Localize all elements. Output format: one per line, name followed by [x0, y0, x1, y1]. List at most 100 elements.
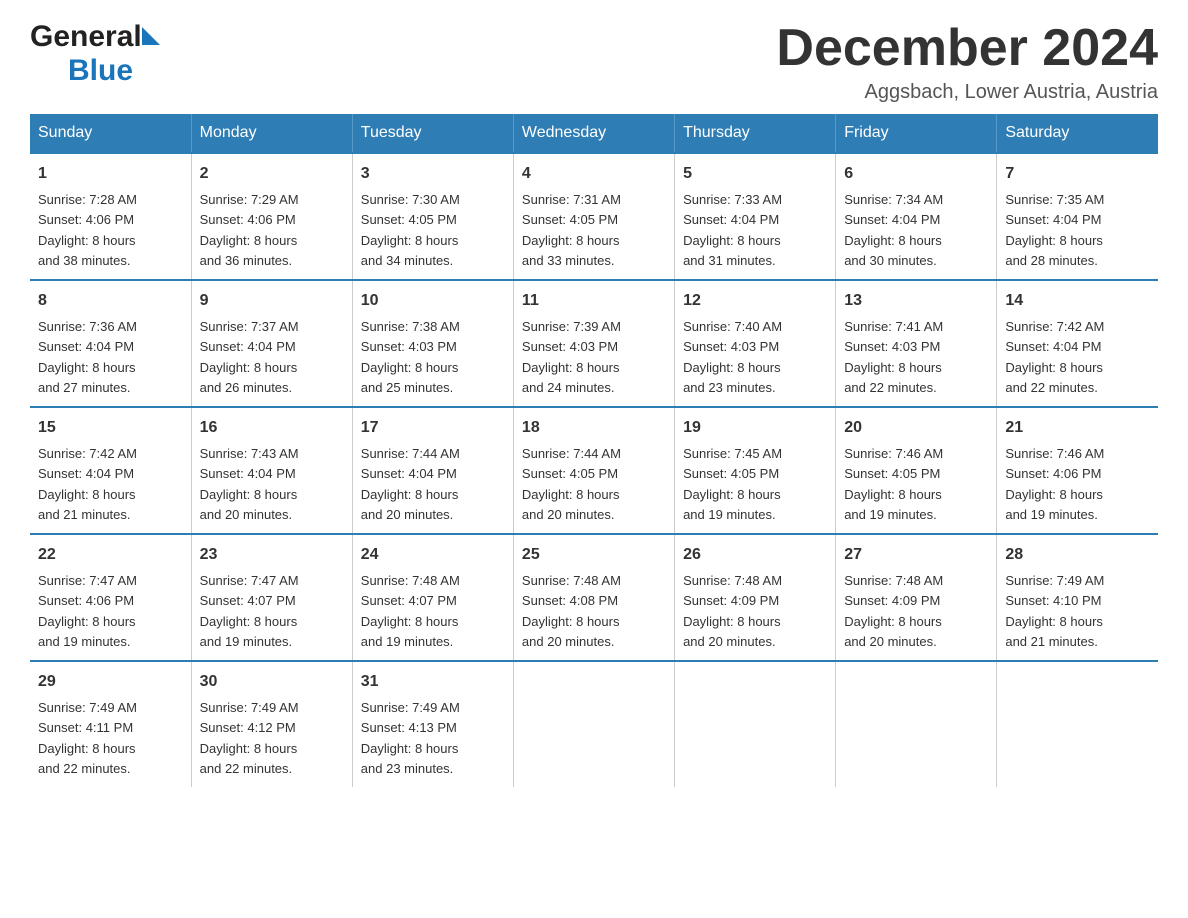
calendar-cell: 6 Sunrise: 7:34 AMSunset: 4:04 PMDayligh… [836, 153, 997, 280]
day-info: Sunrise: 7:45 AMSunset: 4:05 PMDaylight:… [683, 446, 782, 522]
day-number: 25 [522, 543, 666, 567]
logo-arrow-icon [142, 27, 160, 45]
day-number: 20 [844, 416, 988, 440]
day-info: Sunrise: 7:44 AMSunset: 4:05 PMDaylight:… [522, 446, 621, 522]
day-info: Sunrise: 7:33 AMSunset: 4:04 PMDaylight:… [683, 192, 782, 268]
day-info: Sunrise: 7:46 AMSunset: 4:06 PMDaylight:… [1005, 446, 1104, 522]
calendar-week-4: 22 Sunrise: 7:47 AMSunset: 4:06 PMDaylig… [30, 534, 1158, 661]
calendar-cell: 19 Sunrise: 7:45 AMSunset: 4:05 PMDaylig… [675, 407, 836, 534]
day-info: Sunrise: 7:49 AMSunset: 4:11 PMDaylight:… [38, 700, 137, 776]
calendar-cell: 11 Sunrise: 7:39 AMSunset: 4:03 PMDaylig… [513, 280, 674, 407]
day-info: Sunrise: 7:49 AMSunset: 4:12 PMDaylight:… [200, 700, 299, 776]
calendar-cell: 13 Sunrise: 7:41 AMSunset: 4:03 PMDaylig… [836, 280, 997, 407]
calendar-cell: 4 Sunrise: 7:31 AMSunset: 4:05 PMDayligh… [513, 153, 674, 280]
day-number: 1 [38, 162, 183, 186]
calendar-cell [836, 661, 997, 787]
calendar-week-2: 8 Sunrise: 7:36 AMSunset: 4:04 PMDayligh… [30, 280, 1158, 407]
day-number: 6 [844, 162, 988, 186]
calendar-cell: 22 Sunrise: 7:47 AMSunset: 4:06 PMDaylig… [30, 534, 191, 661]
day-info: Sunrise: 7:49 AMSunset: 4:10 PMDaylight:… [1005, 573, 1104, 649]
day-number: 12 [683, 289, 827, 313]
calendar-week-5: 29 Sunrise: 7:49 AMSunset: 4:11 PMDaylig… [30, 661, 1158, 787]
col-saturday: Saturday [997, 114, 1158, 153]
day-number: 15 [38, 416, 183, 440]
day-number: 11 [522, 289, 666, 313]
day-info: Sunrise: 7:48 AMSunset: 4:09 PMDaylight:… [844, 573, 943, 649]
day-number: 22 [38, 543, 183, 567]
calendar-cell: 17 Sunrise: 7:44 AMSunset: 4:04 PMDaylig… [352, 407, 513, 534]
day-info: Sunrise: 7:34 AMSunset: 4:04 PMDaylight:… [844, 192, 943, 268]
calendar-header-row: Sunday Monday Tuesday Wednesday Thursday… [30, 114, 1158, 153]
col-thursday: Thursday [675, 114, 836, 153]
day-info: Sunrise: 7:41 AMSunset: 4:03 PMDaylight:… [844, 319, 943, 395]
col-wednesday: Wednesday [513, 114, 674, 153]
calendar-cell: 26 Sunrise: 7:48 AMSunset: 4:09 PMDaylig… [675, 534, 836, 661]
calendar-cell: 7 Sunrise: 7:35 AMSunset: 4:04 PMDayligh… [997, 153, 1158, 280]
day-info: Sunrise: 7:49 AMSunset: 4:13 PMDaylight:… [361, 700, 460, 776]
calendar-cell: 2 Sunrise: 7:29 AMSunset: 4:06 PMDayligh… [191, 153, 352, 280]
day-number: 8 [38, 289, 183, 313]
calendar-cell: 5 Sunrise: 7:33 AMSunset: 4:04 PMDayligh… [675, 153, 836, 280]
calendar-cell [513, 661, 674, 787]
day-number: 16 [200, 416, 344, 440]
day-number: 28 [1005, 543, 1150, 567]
day-number: 27 [844, 543, 988, 567]
day-info: Sunrise: 7:30 AMSunset: 4:05 PMDaylight:… [361, 192, 460, 268]
col-monday: Monday [191, 114, 352, 153]
location-text: Aggsbach, Lower Austria, Austria [776, 81, 1158, 104]
day-number: 18 [522, 416, 666, 440]
col-friday: Friday [836, 114, 997, 153]
calendar-cell: 9 Sunrise: 7:37 AMSunset: 4:04 PMDayligh… [191, 280, 352, 407]
day-info: Sunrise: 7:47 AMSunset: 4:06 PMDaylight:… [38, 573, 137, 649]
calendar-cell: 3 Sunrise: 7:30 AMSunset: 4:05 PMDayligh… [352, 153, 513, 280]
day-info: Sunrise: 7:37 AMSunset: 4:04 PMDaylight:… [200, 319, 299, 395]
calendar-cell [997, 661, 1158, 787]
day-number: 31 [361, 670, 505, 694]
col-tuesday: Tuesday [352, 114, 513, 153]
day-number: 17 [361, 416, 505, 440]
day-number: 5 [683, 162, 827, 186]
day-info: Sunrise: 7:42 AMSunset: 4:04 PMDaylight:… [38, 446, 137, 522]
calendar-cell: 31 Sunrise: 7:49 AMSunset: 4:13 PMDaylig… [352, 661, 513, 787]
day-number: 2 [200, 162, 344, 186]
day-info: Sunrise: 7:35 AMSunset: 4:04 PMDaylight:… [1005, 192, 1104, 268]
day-number: 13 [844, 289, 988, 313]
day-number: 29 [38, 670, 183, 694]
logo-area: General Blue [30, 20, 160, 88]
day-number: 24 [361, 543, 505, 567]
day-number: 23 [200, 543, 344, 567]
calendar-cell: 29 Sunrise: 7:49 AMSunset: 4:11 PMDaylig… [30, 661, 191, 787]
title-area: December 2024 Aggsbach, Lower Austria, A… [776, 20, 1158, 104]
calendar-cell: 20 Sunrise: 7:46 AMSunset: 4:05 PMDaylig… [836, 407, 997, 534]
day-info: Sunrise: 7:46 AMSunset: 4:05 PMDaylight:… [844, 446, 943, 522]
day-info: Sunrise: 7:44 AMSunset: 4:04 PMDaylight:… [361, 446, 460, 522]
day-info: Sunrise: 7:47 AMSunset: 4:07 PMDaylight:… [200, 573, 299, 649]
calendar-cell: 1 Sunrise: 7:28 AMSunset: 4:06 PMDayligh… [30, 153, 191, 280]
day-number: 3 [361, 162, 505, 186]
calendar-cell: 28 Sunrise: 7:49 AMSunset: 4:10 PMDaylig… [997, 534, 1158, 661]
day-number: 14 [1005, 289, 1150, 313]
calendar-cell [675, 661, 836, 787]
calendar-cell: 12 Sunrise: 7:40 AMSunset: 4:03 PMDaylig… [675, 280, 836, 407]
page-header: General Blue December 2024 Aggsbach, Low… [30, 20, 1158, 104]
day-info: Sunrise: 7:43 AMSunset: 4:04 PMDaylight:… [200, 446, 299, 522]
calendar-cell: 16 Sunrise: 7:43 AMSunset: 4:04 PMDaylig… [191, 407, 352, 534]
calendar-cell: 21 Sunrise: 7:46 AMSunset: 4:06 PMDaylig… [997, 407, 1158, 534]
calendar-cell: 23 Sunrise: 7:47 AMSunset: 4:07 PMDaylig… [191, 534, 352, 661]
day-info: Sunrise: 7:42 AMSunset: 4:04 PMDaylight:… [1005, 319, 1104, 395]
calendar-cell: 14 Sunrise: 7:42 AMSunset: 4:04 PMDaylig… [997, 280, 1158, 407]
day-info: Sunrise: 7:31 AMSunset: 4:05 PMDaylight:… [522, 192, 621, 268]
month-title: December 2024 [776, 20, 1158, 77]
day-info: Sunrise: 7:28 AMSunset: 4:06 PMDaylight:… [38, 192, 137, 268]
calendar-cell: 18 Sunrise: 7:44 AMSunset: 4:05 PMDaylig… [513, 407, 674, 534]
day-info: Sunrise: 7:39 AMSunset: 4:03 PMDaylight:… [522, 319, 621, 395]
calendar-week-3: 15 Sunrise: 7:42 AMSunset: 4:04 PMDaylig… [30, 407, 1158, 534]
day-info: Sunrise: 7:48 AMSunset: 4:09 PMDaylight:… [683, 573, 782, 649]
calendar-cell: 25 Sunrise: 7:48 AMSunset: 4:08 PMDaylig… [513, 534, 674, 661]
day-number: 21 [1005, 416, 1150, 440]
day-info: Sunrise: 7:48 AMSunset: 4:08 PMDaylight:… [522, 573, 621, 649]
col-sunday: Sunday [30, 114, 191, 153]
calendar-cell: 27 Sunrise: 7:48 AMSunset: 4:09 PMDaylig… [836, 534, 997, 661]
day-number: 26 [683, 543, 827, 567]
day-info: Sunrise: 7:38 AMSunset: 4:03 PMDaylight:… [361, 319, 460, 395]
